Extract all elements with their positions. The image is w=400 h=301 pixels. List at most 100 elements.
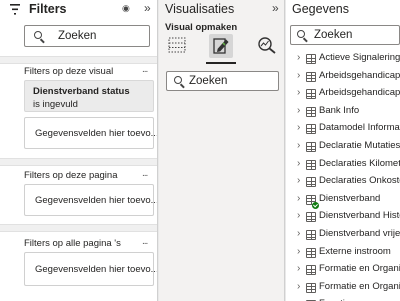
filter-card-state: is ingevuld	[33, 99, 78, 110]
chevron-right-icon[interactable]: ›	[297, 140, 300, 151]
filters-search-input[interactable]: Zoeken	[24, 25, 150, 47]
section-label-page: Filters op deze pagina	[24, 170, 118, 181]
filters-pane: Filters ◉ » Zoeken Filters op deze visua…	[0, 0, 158, 301]
table-icon	[306, 106, 316, 117]
chevron-right-icon[interactable]: ›	[297, 105, 300, 116]
table-name: Bank Info	[319, 104, 360, 116]
drop-zone-visual[interactable]: Gegevensvelden hier toevo...	[24, 117, 157, 149]
data-title: Gegevens	[292, 2, 349, 16]
table-name: Arbeidsgehandicapt	[319, 69, 400, 81]
funnel-icon	[10, 4, 20, 15]
eye-icon[interactable]: ◉	[122, 3, 130, 14]
chevron-right-icon[interactable]: ›	[297, 87, 300, 98]
filter-card-dienstverband-status[interactable]: Dienstverband status is ingevuld	[24, 80, 154, 112]
drop-zone-label: Gegevensvelden hier toevo...	[35, 128, 158, 139]
table-icon	[306, 282, 316, 293]
visualizations-search-placeholder: Zoeken	[189, 75, 228, 87]
table-row[interactable]: › Datamodel Informatie	[286, 120, 400, 138]
table-icon	[306, 177, 316, 188]
filters-title: Filters	[29, 2, 67, 16]
table-icon	[306, 230, 316, 240]
filters-header: Filters ◉ »	[8, 1, 154, 18]
search-icon	[297, 30, 305, 38]
table-row[interactable]: › Declaraties Kilometers	[286, 156, 400, 174]
format-visual-icon	[213, 38, 229, 54]
table-name: Formatie en Organis...	[319, 280, 400, 292]
format-visual-tab[interactable]	[209, 34, 233, 58]
drop-zone-label: Gegevensvelden hier toevo...	[35, 264, 158, 275]
table-name: Declaraties Kilometers	[319, 157, 400, 169]
table-row[interactable]: ›Functie	[286, 296, 400, 301]
visualizations-subtitle: Visual opmaken	[165, 22, 238, 33]
table-icon	[306, 142, 316, 152]
table-name: Externe instroom	[319, 245, 391, 257]
drop-zone-all-pages[interactable]: Gegevensvelden hier toevo...	[24, 252, 157, 286]
more-options-button[interactable]: ...	[142, 236, 148, 247]
divider	[0, 158, 157, 166]
chevron-right-icon[interactable]: ›	[297, 210, 300, 221]
table-name: Datamodel Informatie	[319, 122, 400, 134]
table-row[interactable]: › Formatie en Organis...	[286, 261, 400, 279]
drop-zone-page[interactable]: Gegevensvelden hier toevo...	[24, 184, 157, 216]
collapse-filters-button[interactable]: »	[144, 1, 151, 15]
table-name: Dienstverband Histo...	[319, 210, 400, 222]
table-row[interactable]: › Actieve Signalering	[286, 50, 400, 68]
chevron-right-icon[interactable]: ›	[297, 52, 300, 63]
table-name: Actieve Signalering	[319, 52, 400, 63]
active-tab-indicator	[206, 62, 236, 64]
filters-search-placeholder: Zoeken	[58, 30, 97, 42]
table-row[interactable]: › Declaratie Mutaties	[286, 138, 400, 156]
chevron-right-icon[interactable]: ›	[297, 228, 300, 239]
build-visual-icon[interactable]	[168, 37, 186, 53]
table-icon	[306, 89, 316, 100]
search-icon	[174, 76, 182, 84]
table-name: Dienstverband	[319, 192, 381, 204]
table-icon	[306, 54, 316, 64]
table-row[interactable]: › Dienstverband vrije v...	[286, 226, 400, 244]
table-row[interactable]: › Bank Info	[286, 103, 400, 121]
table-name: Arbeidsgehandicapt ...	[319, 87, 400, 99]
table-icon	[306, 265, 316, 276]
table-name: Declaratie Mutaties	[319, 140, 400, 151]
search-icon	[34, 31, 42, 39]
visualizations-title: Visualisaties	[165, 2, 235, 16]
data-pane: Gegevens Zoeken › Actieve Signalering › Arb…	[286, 0, 400, 301]
table-name: Declaraties Onkosten	[319, 175, 400, 187]
table-row[interactable]: › Dienstverband Histo...	[286, 208, 400, 226]
table-row[interactable]: › Externe instroom	[286, 244, 400, 262]
chevron-right-icon[interactable]: ›	[297, 158, 300, 169]
table-row[interactable]: › Declaraties Onkosten	[286, 173, 400, 191]
data-search-placeholder: Zoeken	[314, 29, 353, 41]
data-search-input[interactable]: Zoeken	[290, 25, 400, 45]
table-icon	[306, 247, 316, 258]
more-options-button[interactable]: ...	[142, 64, 148, 75]
chevron-right-icon[interactable]: ›	[297, 70, 300, 81]
table-row[interactable]: › Arbeidsgehandicapt	[286, 68, 400, 86]
visualizations-pane: Visualisaties » Visual opmaken Zoeken	[159, 0, 285, 301]
divider	[0, 224, 157, 232]
table-icon	[306, 159, 316, 170]
table-row[interactable]: › Arbeidsgehandicapt ...	[286, 85, 400, 103]
chevron-right-icon[interactable]: ›	[297, 175, 300, 186]
analytics-icon[interactable]	[257, 36, 277, 54]
collapse-visualizations-button[interactable]: »	[272, 1, 279, 15]
table-icon	[306, 124, 316, 135]
chevron-right-icon[interactable]: ›	[297, 263, 300, 274]
table-icon	[306, 71, 316, 82]
section-label-all-pages: Filters op alle pagina 's	[24, 238, 121, 249]
more-options-button[interactable]: ...	[142, 168, 148, 179]
filter-card-title: Dienstverband status	[33, 86, 130, 97]
table-icon	[306, 212, 316, 223]
visualizations-search-input[interactable]: Zoeken	[166, 71, 279, 91]
section-label-visual: Filters op deze visual	[24, 66, 114, 77]
drop-zone-label: Gegevensvelden hier toevo...	[35, 195, 158, 206]
table-row[interactable]: › Formatie en Organis...	[286, 279, 400, 297]
chevron-right-icon[interactable]: ›	[297, 281, 300, 292]
chevron-right-icon[interactable]: ›	[297, 193, 300, 204]
chevron-right-icon[interactable]: ›	[297, 122, 300, 133]
table-row[interactable]: › Dienstverband	[286, 191, 400, 209]
table-name: Formatie en Organis...	[319, 263, 400, 275]
divider	[0, 56, 157, 64]
chevron-right-icon[interactable]: ›	[297, 246, 300, 257]
table-name: Dienstverband vrije v...	[319, 228, 400, 239]
